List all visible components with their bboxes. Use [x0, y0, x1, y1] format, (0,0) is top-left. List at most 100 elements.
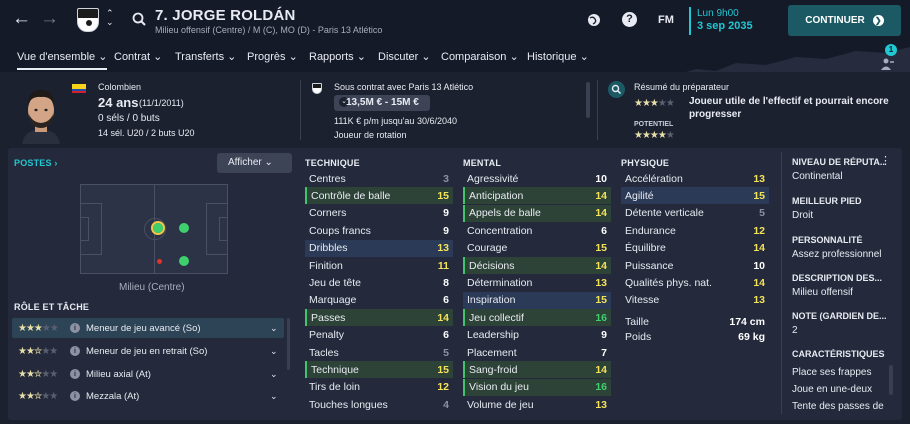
roles-scrollbar[interactable]: [287, 318, 290, 370]
attribute-row[interactable]: Sang-froid 14: [463, 361, 611, 379]
attribute-row[interactable]: Anticipation 14: [463, 187, 611, 205]
right-goal-area: [219, 217, 228, 241]
attribute-row[interactable]: Détente verticale 5: [621, 205, 769, 222]
info-icon[interactable]: i: [70, 323, 80, 333]
tab-overview[interactable]: Vue d'ensemble ⌄: [17, 50, 108, 70]
staff-icon[interactable]: [881, 58, 895, 70]
attribute-row[interactable]: Finition 11: [305, 257, 453, 274]
chevron-down-icon[interactable]: ⌄: [270, 391, 284, 402]
media-description-header: DESCRIPTION DES...: [792, 273, 883, 283]
attribute-row[interactable]: Inspiration 15: [463, 291, 611, 309]
mental-header: MENTAL: [463, 158, 502, 168]
continue-button[interactable]: CONTINUER ❯: [788, 5, 901, 36]
fm-logo[interactable]: FM: [658, 14, 674, 26]
attribute-row[interactable]: Coups francs 9: [305, 222, 453, 239]
attribute-row[interactable]: Jeu de tête 8: [305, 274, 453, 291]
forward-arrow-icon[interactable]: →: [40, 8, 59, 30]
trait-item: Joue en une-deux: [792, 384, 873, 395]
attribute-row[interactable]: Équilibre 14: [621, 240, 769, 257]
tab-discuss[interactable]: Discuter ⌄: [378, 50, 431, 63]
attribute-row[interactable]: Touches longues 4: [305, 396, 453, 413]
more-options-icon[interactable]: ⋮: [880, 156, 891, 167]
attribute-row[interactable]: Centres 3: [305, 170, 453, 187]
attribute-value: 13: [753, 172, 765, 185]
player-switch-icon[interactable]: ⌃ ⌄: [106, 9, 114, 27]
attribute-value: 14: [753, 276, 765, 289]
nationality: Colombien: [98, 82, 142, 92]
info-icon[interactable]: i: [70, 369, 80, 379]
chevron-down-icon[interactable]: ⌄: [270, 346, 284, 357]
traits-header: CARACTÉRISTIQUES JO: [792, 349, 886, 359]
contract-status: Sous contrat avec Paris 13 Atlético: [334, 82, 474, 92]
best-foot-header: MEILLEUR PIED: [792, 196, 862, 206]
search-icon[interactable]: [132, 12, 146, 26]
positions-link[interactable]: POSTES ›: [14, 158, 58, 168]
attribute-row[interactable]: Agilité 15: [621, 187, 769, 205]
attribute-row[interactable]: Dribbles 13: [305, 239, 453, 257]
attribute-row[interactable]: Corners 9: [305, 205, 453, 222]
attribute-row[interactable]: Vision du jeu 16: [463, 378, 611, 396]
notification-badge[interactable]: 1: [885, 44, 897, 56]
coach-report-label: Résumé du préparateur: [634, 82, 730, 92]
attribute-name: Équilibre: [625, 242, 666, 255]
info-icon[interactable]: i: [70, 346, 80, 356]
position-mo-c: [179, 223, 189, 233]
role-stars: ★★✮★★: [18, 345, 58, 357]
chevron-down-icon[interactable]: ⌄: [270, 369, 284, 380]
attribute-row[interactable]: Jeu collectif 16: [463, 309, 611, 327]
attribute-row[interactable]: Placement 7: [463, 344, 611, 361]
attribute-row[interactable]: Tirs de loin 12: [305, 379, 453, 396]
tab-comparison[interactable]: Comparaison ⌄: [441, 50, 519, 63]
globe-icon[interactable]: [587, 13, 601, 27]
tab-contract[interactable]: Contrat ⌄: [114, 50, 162, 63]
attribute-row[interactable]: Courage 15: [463, 240, 611, 257]
role-item[interactable]: ★★✮★★ i Mezzala (At) ⌄: [12, 386, 284, 406]
contract-scrollbar[interactable]: [586, 82, 590, 118]
attribute-name: Tirs de loin: [309, 381, 360, 394]
attribute-value: 13: [753, 294, 765, 307]
position-label: Milieu (Centre): [119, 282, 185, 293]
height-label: Taille: [625, 315, 649, 328]
attribute-name: Accélération: [625, 172, 683, 185]
tab-reports[interactable]: Rapports ⌄: [309, 50, 366, 63]
info-icon[interactable]: i: [70, 391, 80, 401]
sidebar-scrollbar[interactable]: [889, 365, 893, 395]
tab-transfers[interactable]: Transferts ⌄: [175, 50, 236, 63]
attribute-row[interactable]: Tacles 5: [305, 344, 453, 361]
attribute-name: Détermination: [467, 276, 533, 289]
show-dropdown[interactable]: Afficher ⌄: [217, 153, 292, 173]
chevron-down-icon[interactable]: ⌄: [270, 323, 284, 334]
attribute-name: Agressivité: [467, 172, 519, 185]
attribute-row[interactable]: Contrôle de balle 15: [305, 187, 453, 205]
attribute-row[interactable]: Passes 14: [305, 309, 453, 327]
role-item[interactable]: ★★✮★★ i Meneur de jeu en retrait (So) ⌄: [12, 341, 284, 361]
attribute-row[interactable]: Technique 15: [305, 361, 453, 379]
attribute-row[interactable]: Marquage 6: [305, 292, 453, 309]
back-arrow-icon[interactable]: ←: [12, 8, 31, 30]
attribute-row[interactable]: Penalty 6: [305, 327, 453, 344]
attribute-row[interactable]: Endurance 12: [621, 222, 769, 239]
attribute-name: Qualités phys. nat.: [625, 276, 712, 289]
attribute-row[interactable]: Leadership 9: [463, 327, 611, 344]
youth-caps: 14 sél. U20 / 2 buts U20: [98, 128, 195, 138]
attribute-row[interactable]: Appels de balle 14: [463, 204, 611, 222]
attribute-row[interactable]: Décisions 14: [463, 257, 611, 274]
attribute-row[interactable]: Accélération 13: [621, 170, 769, 187]
attribute-row[interactable]: Vitesse 13: [621, 292, 769, 309]
attribute-row[interactable]: Puissance 10: [621, 257, 769, 274]
attribute-name: Agilité: [625, 189, 654, 202]
help-icon[interactable]: ?: [622, 12, 637, 27]
tab-progress[interactable]: Progrès ⌄: [247, 50, 298, 63]
weight-label: Poids: [625, 330, 652, 343]
squad-role: Joueur de rotation: [334, 130, 407, 140]
attribute-row[interactable]: Détermination 13: [463, 274, 611, 291]
attribute-row[interactable]: Concentration 6: [463, 222, 611, 239]
attribute-row[interactable]: Volume de jeu 13: [463, 396, 611, 413]
attribute-row[interactable]: Qualités phys. nat. 14: [621, 274, 769, 291]
role-item[interactable]: ★★✮★★ i Milieu axial (At) ⌄: [12, 364, 284, 384]
role-item[interactable]: ★★★★★ i Meneur de jeu avancé (So) ⌄: [12, 318, 284, 338]
attribute-name: Jeu collectif: [469, 311, 524, 324]
attribute-name: Vision du jeu: [469, 381, 529, 394]
tab-history[interactable]: Historique ⌄: [527, 50, 589, 63]
attribute-row[interactable]: Agressivité 10: [463, 170, 611, 187]
